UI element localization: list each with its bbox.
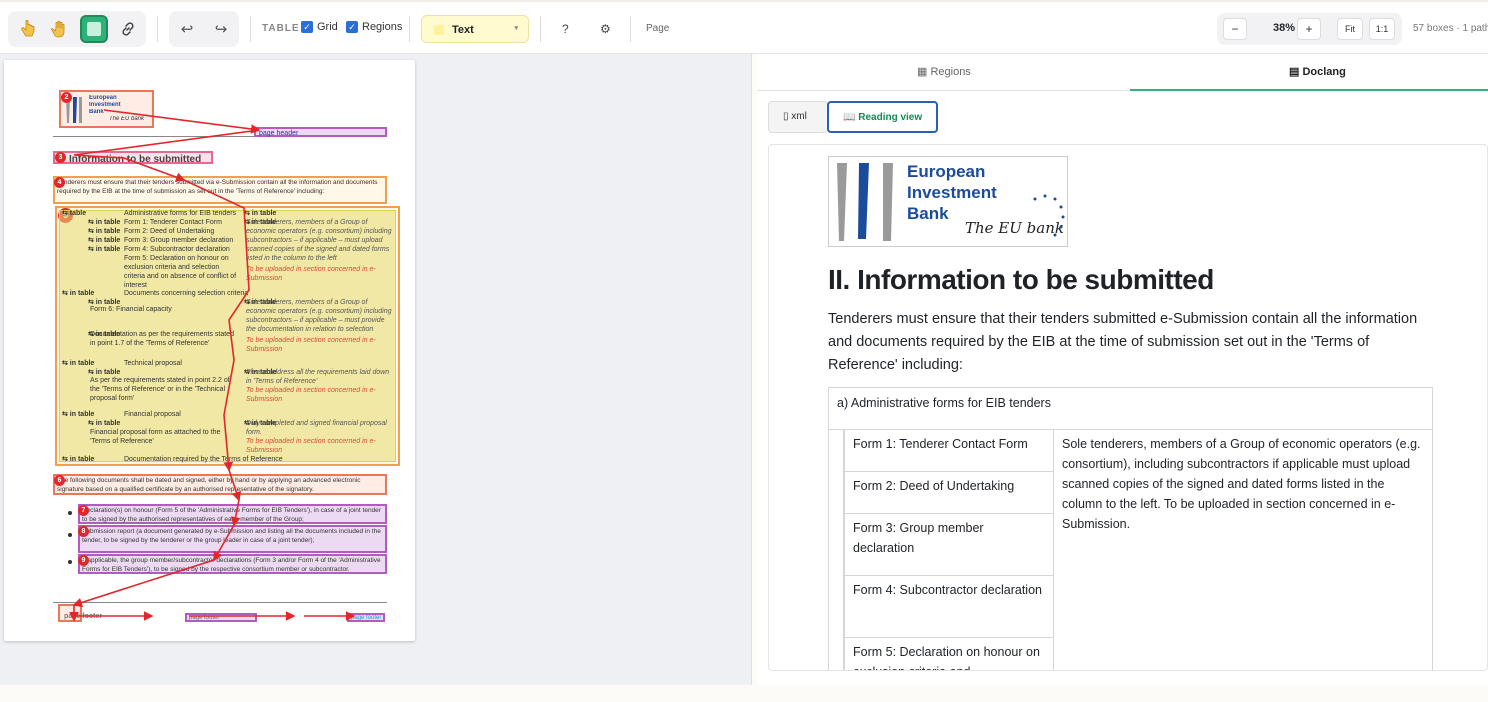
regions-label: Regions [362,21,403,33]
link-tool-button[interactable] [114,15,142,43]
tab-xml[interactable]: ▯ xml [768,101,828,133]
active-tab-indicator [1130,89,1488,91]
table-icon: ▦ [917,66,931,78]
table-label: TABLE [262,23,300,34]
box-count: 57 boxes · 1 path [1413,23,1488,34]
nested-table: Form 1: Tenderer Contact Form Form 2: De… [843,430,1433,670]
grid-checkbox[interactable]: ✓ Grid [301,21,338,33]
separator [409,16,410,42]
tab-reading-view-label: Reading view [858,112,923,123]
redo-button[interactable]: ↪ [207,15,235,43]
logo-wordmark: European Investment Bank [907,161,997,224]
chevron-down-icon: ▾ [514,25,518,32]
logo-line2: Investment [907,183,997,202]
help-button[interactable]: ? [562,22,569,36]
zoom-in-button[interactable]: + [1297,18,1321,40]
checkmark-icon: ✓ [301,21,313,33]
redo-icon: ↪ [214,21,228,38]
reading-view[interactable]: European Investment Bank The EU bank II.… [768,144,1488,671]
page-label: Page [646,23,670,34]
table-cell: Form 1: Tenderer Contact Form [844,430,1054,472]
separator [630,16,631,42]
tab-xml-label: xml [791,111,807,122]
pan-tool-button[interactable] [46,15,74,43]
zoom-fit-button[interactable]: Fit [1337,18,1363,40]
document-heading: II. Information to be submitted [828,264,1214,295]
forms-table: a) Administrative forms for EIB tenders … [828,387,1433,670]
table-cell: Form 5: Declaration on honour on exclusi… [844,638,1054,670]
table-cell: Form 2: Deed of Undertaking [844,472,1054,514]
tab-regions-label: Regions [930,66,971,78]
output-panel: ▦ Regions ▤ Doclang ▯ xml 📖 Reading view… [757,54,1488,685]
eib-logo-icon [837,163,893,241]
zoom-controls: − 38% + Fit 1:1 [1217,13,1402,45]
logo-line1: European [907,162,986,181]
toolbar: ↩ ↪ TABLE ✓ Grid ✓ Regions Text ▾ ? ⚙ Page… [0,0,1488,54]
table-cell: Form 4: Subcontractor declaration [844,576,1054,638]
undo-icon: ↩ [180,21,194,38]
checkmark-icon: ✓ [346,21,358,33]
zoom-actual-button[interactable]: 1:1 [1369,18,1395,40]
reading-order-path [69,109,356,622]
link-icon [122,22,134,36]
page-preview[interactable]: European Investment Bank The EU bank 2 p… [4,60,415,641]
tab-reading-view[interactable]: 📖 Reading view [827,101,938,133]
separator [157,16,158,42]
history-group: ↩ ↪ [169,11,239,47]
document-paragraph: Tenderers must ensure that their tenders… [828,311,1418,373]
table-header-cell: a) Administrative forms for EIB tenders [829,388,1432,430]
label-type-value: Text [452,24,474,36]
undo-button[interactable]: ↩ [173,15,201,43]
pointer-tool-button[interactable] [14,15,42,43]
tab-regions[interactable]: ▦ Regions [917,65,971,78]
separator [540,16,541,42]
document-icon: ▤ [1289,66,1303,78]
grid-label: Grid [317,21,338,33]
table-cell-description: Sole tenderers, members of a Group of ec… [1062,437,1421,531]
tab-doclang-label: Doclang [1302,66,1346,78]
book-icon: 📖 [843,112,859,123]
label-type-select[interactable]: Text ▾ [421,15,529,43]
bottom-margin [0,685,1488,702]
zoom-out-button[interactable]: − [1223,18,1247,40]
eib-logo: European Investment Bank The EU bank [828,156,1068,247]
regions-checkbox[interactable]: ✓ Regions [346,21,402,33]
tool-group [8,11,146,47]
page-canvas[interactable]: European Investment Bank The EU bank 2 p… [0,54,752,685]
settings-button[interactable]: ⚙ [600,22,611,36]
table-cell: Form 3: Group member declaration [844,514,1054,576]
output-tabs: ▦ Regions ▤ Doclang [757,54,1488,91]
pan-hand-icon [51,20,65,38]
label-color-swatch [434,25,444,35]
eu-stars-icon [1033,194,1065,237]
region-tool-button[interactable] [80,15,108,43]
separator [250,16,251,42]
pointer-hand-icon [21,20,35,37]
tab-doclang[interactable]: ▤ Doclang [1289,65,1346,78]
gear-icon: ⚙ [600,22,611,36]
